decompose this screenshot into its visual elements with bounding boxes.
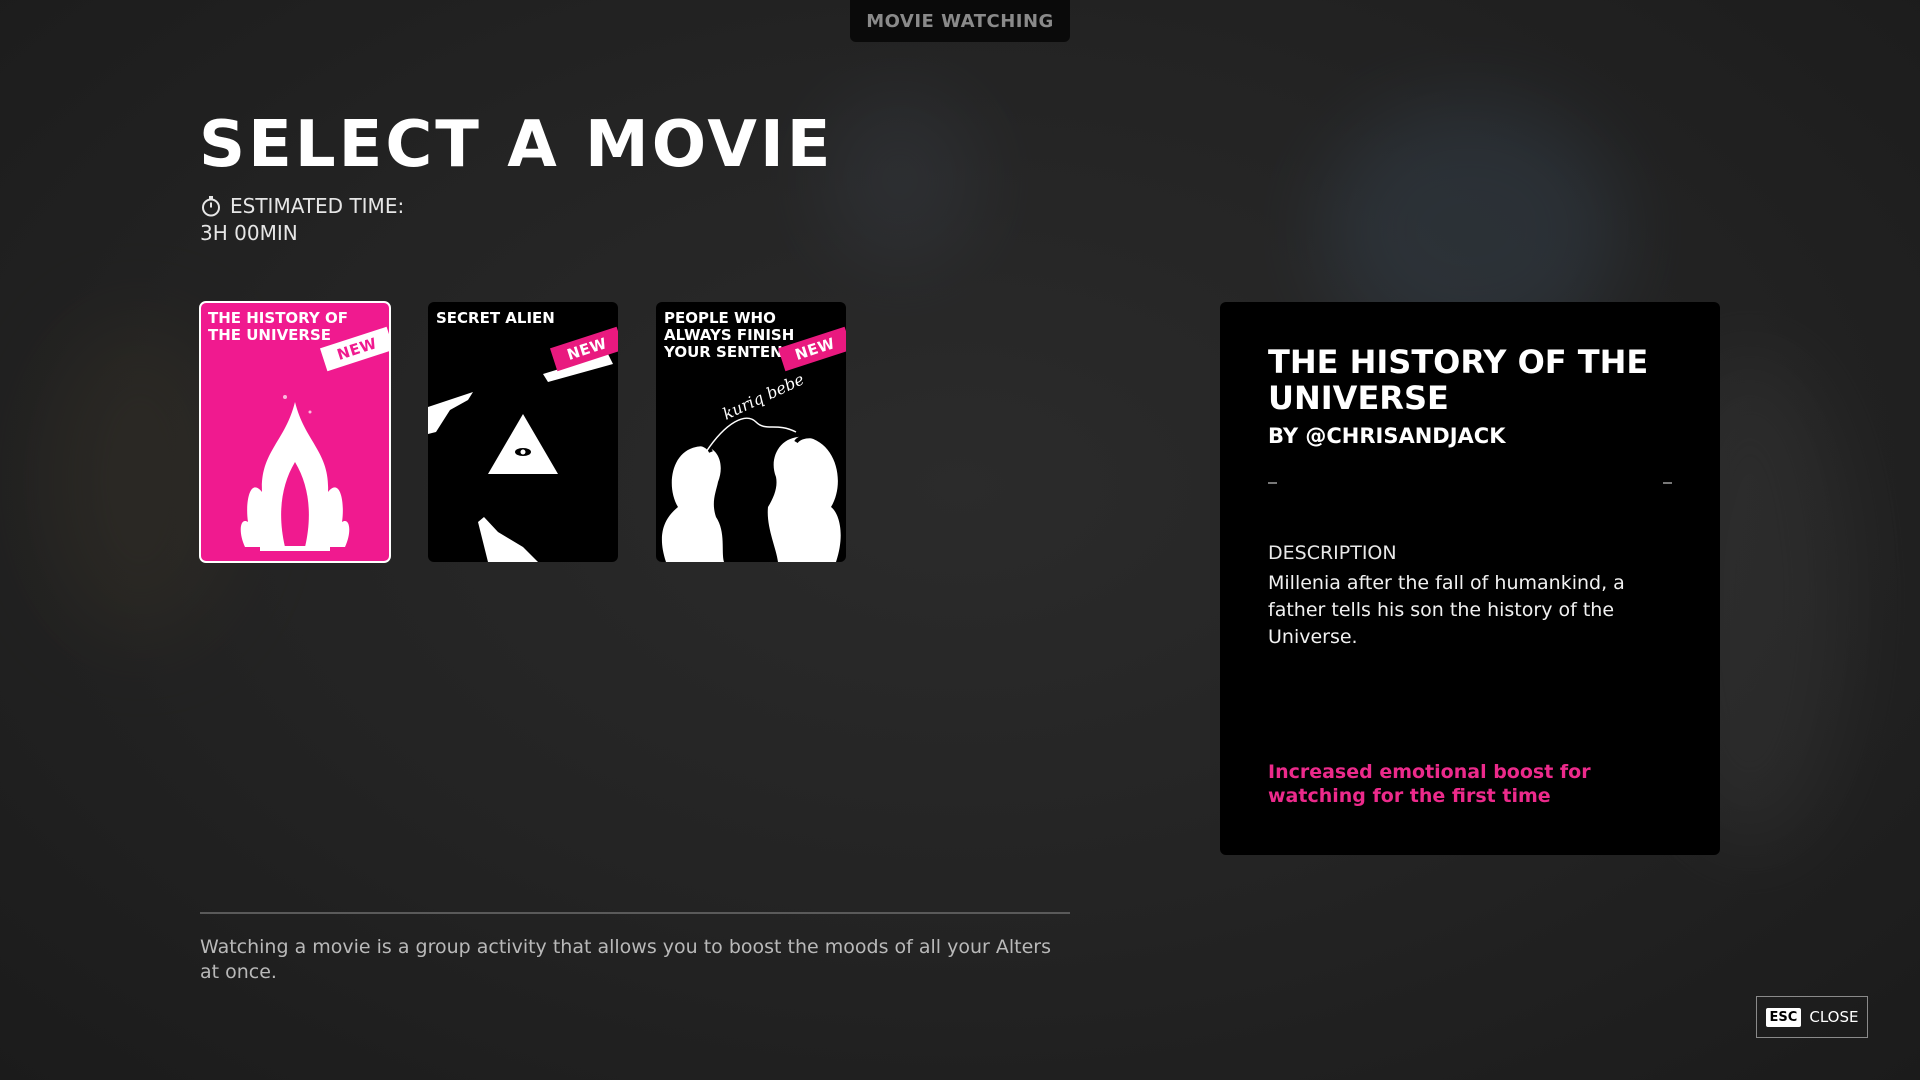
handwriting-text: kuriq bebe bbox=[720, 369, 807, 423]
boost-notice: Increased emotional boost for watching f… bbox=[1268, 761, 1591, 807]
movie-card-people-who-finish-sentences[interactable]: kuriq bebe PEOPLE WHO ALWAYS FINISH YOUR… bbox=[656, 302, 846, 562]
movie-watching-tab: MOVIE WATCHING bbox=[850, 0, 1070, 42]
movie-card-history-of-universe[interactable]: THE HISTORY OF THE UNIVERSE NEW bbox=[199, 301, 391, 563]
esc-key-icon: ESC bbox=[1765, 1007, 1802, 1027]
tab-label: MOVIE WATCHING bbox=[866, 10, 1054, 32]
divider-dash-left bbox=[1268, 482, 1277, 484]
movie-detail-panel: THE HISTORY OF THE UNIVERSE BY @CHRISAND… bbox=[1220, 302, 1720, 855]
estimated-time-label: ESTIMATED TIME: bbox=[230, 194, 405, 218]
divider-dash-right bbox=[1663, 482, 1672, 484]
detail-author: BY @CHRISANDJACK bbox=[1268, 424, 1506, 448]
description-text: Millenia after the fall of humankind, a … bbox=[1268, 572, 1625, 648]
page-title: SELECT A MOVIE bbox=[199, 108, 834, 182]
close-button[interactable]: ESC CLOSE bbox=[1756, 996, 1868, 1038]
movie-card-secret-alien[interactable]: SECRET ALIEN NEW bbox=[428, 302, 618, 562]
close-label: CLOSE bbox=[1809, 1008, 1859, 1026]
movie-card-title: SECRET ALIEN bbox=[436, 309, 555, 327]
description-heading: DESCRIPTION bbox=[1268, 542, 1397, 564]
footer-info-text: Watching a movie is a group activity tha… bbox=[200, 936, 1051, 983]
footer-divider bbox=[200, 912, 1070, 914]
stopwatch-icon bbox=[202, 196, 220, 217]
detail-title: THE HISTORY OF THE UNIVERSE bbox=[1268, 343, 1649, 417]
background-blur bbox=[820, 90, 980, 270]
estimated-time-row: ESTIMATED TIME: bbox=[200, 194, 404, 218]
estimated-time-value: 3H 00MIN bbox=[200, 221, 298, 245]
